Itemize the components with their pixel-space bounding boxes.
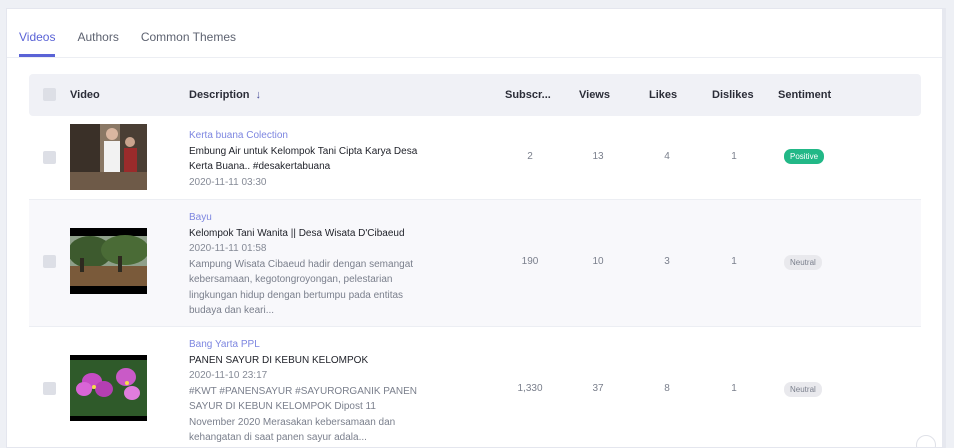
column-header-dislikes[interactable]: Dislikes (712, 74, 754, 116)
video-thumbnail[interactable] (70, 355, 147, 421)
table-row[interactable]: Bayu Kelompok Tani Wanita || Desa Wisata… (29, 200, 921, 327)
video-thumbnail-image (70, 355, 147, 421)
author-link[interactable]: Bayu (189, 210, 419, 226)
column-header-video: Video (70, 89, 100, 101)
table-header: Video Description ↓ Subscr... Views Likes… (29, 74, 921, 116)
likes-value: 8 (664, 383, 670, 394)
video-description: Kerta buana Colection Embung Air untuk K… (189, 128, 419, 190)
author-link[interactable]: Bang Yarta PPL (189, 337, 419, 353)
video-snippet: Kampung Wisata Cibaeud hadir dengan sema… (189, 258, 414, 317)
column-header-subscribers[interactable]: Subscr... (505, 74, 551, 116)
video-title[interactable]: Embung Air untuk Kelompok Tani Cipta Kar… (189, 144, 419, 175)
table-row[interactable]: Bang Yarta PPL PANEN SAYUR DI KEBUN KELO… (29, 327, 921, 447)
subscribers-value: 1,330 (517, 383, 543, 394)
sentiment-badge-positive: Positive (784, 149, 825, 164)
subscribers-value: 2 (527, 151, 533, 162)
tab-divider (7, 57, 942, 58)
column-header-description[interactable]: Description ↓ (189, 74, 261, 116)
row-checkbox[interactable] (43, 151, 56, 164)
video-title[interactable]: PANEN SAYUR DI KEBUN KELOMPOK (189, 353, 419, 369)
views-value: 13 (592, 151, 604, 162)
tab-bar: Videos Authors Common Themes (19, 9, 258, 57)
likes-value: 4 (664, 151, 670, 162)
column-header-views[interactable]: Views (579, 74, 610, 116)
column-header-sentiment[interactable]: Sentiment (778, 74, 831, 116)
dislikes-value: 1 (731, 256, 737, 267)
video-snippet: #KWT #PANENSAYUR #SAYURORGANIK PANEN SAY… (189, 385, 418, 444)
video-date: 2020-11-11 03:30 (189, 176, 267, 188)
sort-arrow-down-icon[interactable]: ↓ (256, 74, 262, 116)
row-checkbox[interactable] (43, 382, 56, 395)
video-thumbnail-image (70, 124, 147, 190)
table-row[interactable]: Kerta buana Colection Embung Air untuk K… (29, 116, 921, 200)
views-value: 10 (592, 256, 604, 267)
author-link[interactable]: Kerta buana Colection (189, 128, 419, 144)
tab-authors[interactable]: Authors (77, 30, 118, 57)
video-thumbnail-image (70, 228, 147, 294)
dislikes-value: 1 (731, 151, 737, 162)
scroll-handle[interactable] (916, 435, 936, 447)
tab-videos[interactable]: Videos (19, 30, 56, 57)
videos-table: Video Description ↓ Subscr... Views Likes… (29, 74, 921, 447)
column-header-description-label: Description (189, 89, 250, 101)
video-title[interactable]: Kelompok Tani Wanita || Desa Wisata D'Ci… (189, 226, 419, 242)
video-thumbnail[interactable] (70, 228, 147, 294)
select-all-checkbox[interactable] (43, 88, 56, 101)
video-date: 2020-11-10 23:17 (189, 370, 268, 381)
views-value: 37 (592, 383, 604, 394)
column-header-likes[interactable]: Likes (649, 74, 677, 116)
content-panel: Videos Authors Common Themes Video Descr… (6, 8, 946, 448)
video-date: 2020-11-11 01:58 (189, 243, 267, 254)
sentiment-badge-neutral: Neutral (784, 255, 822, 270)
row-checkbox[interactable] (43, 255, 56, 268)
video-thumbnail[interactable] (70, 124, 147, 190)
video-description: Bang Yarta PPL PANEN SAYUR DI KEBUN KELO… (189, 337, 419, 446)
dislikes-value: 1 (731, 383, 737, 394)
subscribers-value: 190 (521, 256, 539, 267)
likes-value: 3 (664, 256, 670, 267)
sentiment-badge-neutral: Neutral (784, 382, 822, 397)
tab-common-themes[interactable]: Common Themes (141, 30, 236, 57)
video-description: Bayu Kelompok Tani Wanita || Desa Wisata… (189, 210, 419, 319)
